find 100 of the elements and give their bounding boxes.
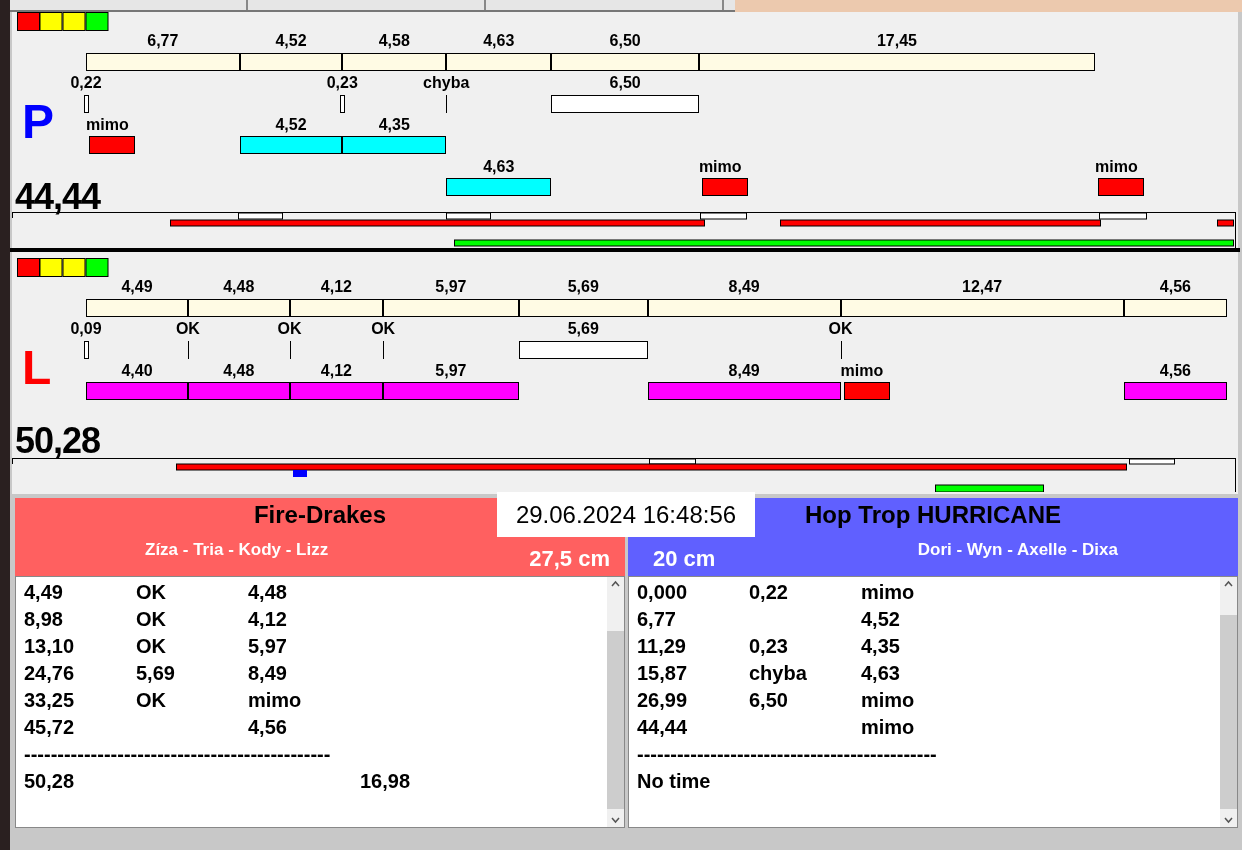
result-total: 50,28 [24,770,76,794]
mark-label: 0,09 [69,320,103,338]
scrollbar[interactable] [1220,577,1237,827]
segment-time: 6,77 [146,32,180,50]
result-cell-text: 4,63 [861,662,901,686]
date-time: 29.06.2024 16:48:56 [497,492,755,537]
miss-bar [1098,178,1144,196]
mark-label: OK [370,320,397,338]
result-cell-text: 24,76 [24,662,76,686]
result-cell-text: 4,49 [24,581,64,605]
segment-time: 12,47 [961,278,1004,296]
segment-time: 4,52 [274,32,308,50]
result-cell-text: 11,29 [637,635,687,659]
result-cell-text: 5,97 [248,635,288,659]
miss-bar [89,136,135,154]
miss-label: mimo [840,362,884,380]
team-distance: 20 cm [653,545,716,572]
result-cell-text: chyba [749,662,808,686]
mark-tick [84,341,89,359]
team-name: Fire-Drakes [253,501,387,528]
result-cell-text: 33,25 [24,689,76,713]
hit-label: 4,48 [222,362,256,380]
segment-time: 17,45 [875,32,918,50]
result-cell-text: 4,52 [861,608,901,632]
segment-time: 4,49 [120,278,154,296]
result-total: 16,98 [360,770,412,794]
result-cell-text: OK [136,608,167,632]
miss-label: mimo [86,116,129,134]
result-cell-text: 44,44 [637,716,689,740]
result-cell-text: 6,77 [637,608,677,632]
mark-label: OK [827,320,854,338]
mark-label: 6,50 [608,74,642,92]
miss-label: mimo [1095,158,1138,176]
mark-label: 0,22 [69,74,103,92]
team-name: Hop Trop HURRICANE [805,501,1061,528]
result-cell-text: 13,10 [24,635,76,659]
miss-label: mimo [698,158,742,176]
mark-line [840,341,842,359]
mark-line [446,95,448,113]
mark-label: 0,23 [325,74,359,92]
hit-label: 4,40 [120,362,154,380]
result-cell-text: 4,35 [861,635,901,659]
result-cell-text: OK [136,689,167,713]
mark-label: OK [276,320,303,338]
segment-time: 4,63 [482,32,516,50]
scrollbar[interactable] [607,577,624,827]
lane-letter: P [22,94,54,149]
result-cell-text: 0,22 [749,581,789,605]
team-distance: 27,5 cm [529,545,610,572]
hit-label: 4,56 [1158,362,1192,380]
segment-time: 4,58 [377,32,411,50]
result-cell-text: 45,72 [24,716,76,740]
result-cell-text: 15,87 [637,662,689,686]
signal-lights-icon [17,12,109,31]
hit-label: 4,35 [377,116,411,134]
lane-total: 44,44 [15,176,101,218]
miss-bar [701,178,748,196]
mark-line [187,341,189,359]
segment-time: 6,50 [608,32,642,50]
result-cell-text: 4,56 [248,716,288,740]
hit-label: 8,49 [727,362,761,380]
segment-time: 4,56 [1158,278,1192,296]
team-members: Zíza - Tria - Kody - Lizz [145,540,329,560]
result-cell-text: 8,49 [248,662,288,686]
hit-label: 4,12 [319,362,353,380]
segment-time: 5,69 [566,278,600,296]
result-cell-text: 4,48 [248,581,288,605]
lane-total: 50,28 [15,420,101,462]
result-cell-text: mimo [861,716,916,740]
result-cell-text: mimo [248,689,303,713]
mark-label: chyba [422,74,471,92]
mark-line [383,341,385,359]
mark-tick [84,95,89,113]
result-cell-text: 5,69 [136,662,176,686]
segment-time: 4,12 [319,278,353,296]
result-total: No time [637,770,712,794]
lane-letter: L [22,340,52,395]
segment-time: 5,97 [434,278,468,296]
result-cell-text: OK [136,635,167,659]
separator-line: ---------------------------------------------- [24,743,332,767]
hit-label: 4,52 [274,116,308,134]
separator-line: --------------------------------------------- [637,743,938,767]
segment-time: 8,49 [727,278,761,296]
result-cell-text: mimo [861,581,916,605]
result-cell-text: 0,23 [749,635,789,659]
mark-label: OK [174,320,201,338]
mark-label: 5,69 [566,320,600,338]
result-cell-text: OK [136,581,167,605]
result-cell-text: 4,12 [248,608,288,632]
mark-line [289,341,291,359]
result-cell-text: 26,99 [637,689,689,713]
result-cell-text: 8,98 [24,608,64,632]
segment-time: 4,48 [222,278,256,296]
hit-label: 5,97 [434,362,468,380]
result-cell-text: 6,50 [749,689,789,713]
result-cell-text: mimo [861,689,916,713]
miss-bar [843,382,890,400]
team-members: Dori - Wyn - Axelle - Dixa [917,540,1118,560]
mark-tick [340,95,346,113]
signal-lights-icon [17,258,109,277]
